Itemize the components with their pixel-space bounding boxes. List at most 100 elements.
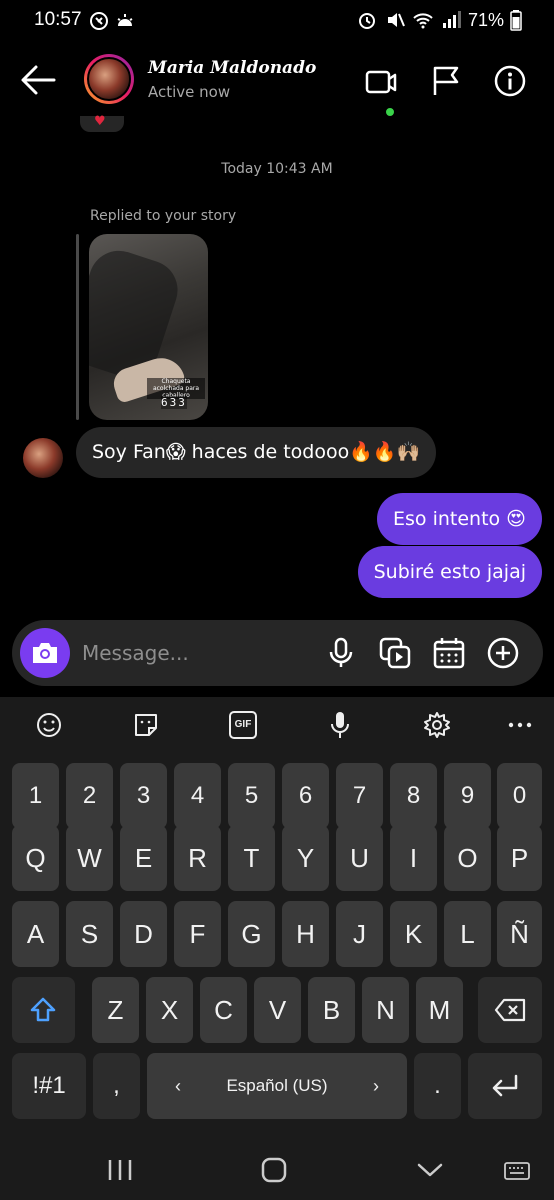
voice-icon[interactable]	[326, 711, 354, 739]
key-f[interactable]: F	[174, 901, 221, 967]
microphone-icon[interactable]	[324, 636, 358, 670]
chat-timestamp: Today 10:43 AM	[221, 161, 333, 177]
incoming-message[interactable]: Soy Fan😱 haces de todooo🔥🔥🙌🏼	[76, 427, 437, 478]
story-thumbnail[interactable]: Chaqueta acolchada para caballero 633	[89, 234, 208, 420]
recents-icon[interactable]	[105, 1156, 135, 1184]
message-composer	[12, 620, 543, 686]
key-4[interactable]: 4	[174, 763, 221, 829]
key-s[interactable]: S	[66, 901, 113, 967]
video-call-icon[interactable]	[364, 64, 398, 98]
key-6[interactable]: 6	[282, 763, 329, 829]
key-l[interactable]: L	[444, 901, 491, 967]
key-y[interactable]: Y	[282, 825, 329, 891]
key-5[interactable]: 5	[228, 763, 275, 829]
whatsapp-icon	[90, 12, 108, 30]
message-input[interactable]	[82, 633, 312, 673]
key-1[interactable]: 1	[12, 763, 59, 829]
key-b[interactable]: B	[308, 977, 355, 1043]
on-screen-keyboard: GIF 1 2 3 4 5 6 7 8 9 0 Q W E R T Y U I …	[0, 697, 554, 1136]
key-e[interactable]: E	[120, 825, 167, 891]
key-h[interactable]: H	[282, 901, 329, 967]
key-v[interactable]: V	[254, 977, 301, 1043]
key-8[interactable]: 8	[390, 763, 437, 829]
period-key[interactable]: .	[414, 1053, 461, 1119]
language-prev-icon: ‹	[175, 1076, 181, 1096]
emoji-icon[interactable]	[35, 711, 63, 739]
key-d[interactable]: D	[120, 901, 167, 967]
alarm-icon	[358, 13, 375, 29]
key-q[interactable]: Q	[12, 825, 59, 891]
battery-percent: 71%	[467, 9, 504, 30]
contact-status: Active now	[148, 83, 231, 101]
back-icon[interactable]	[415, 1156, 445, 1184]
key-r[interactable]: R	[174, 825, 221, 891]
key-u[interactable]: U	[336, 825, 383, 891]
comma-key[interactable]: ,	[93, 1053, 140, 1119]
sticker-icon[interactable]	[132, 711, 160, 739]
key-g[interactable]: G	[228, 901, 275, 967]
chat-header: Maria Maldonado Active now	[0, 44, 554, 118]
key-j[interactable]: J	[336, 901, 383, 967]
camera-button[interactable]	[20, 628, 70, 678]
space-language-label: Español (US)	[226, 1076, 328, 1095]
outgoing-message[interactable]: Eso intento 😍	[377, 493, 542, 545]
more-icon[interactable]	[506, 711, 534, 739]
shift-key[interactable]	[12, 977, 75, 1043]
info-icon[interactable]	[493, 64, 527, 98]
key-m[interactable]: M	[416, 977, 463, 1043]
key-0[interactable]: 0	[497, 763, 542, 829]
keyboard-switch-icon[interactable]	[502, 1156, 532, 1184]
story-counter: 633	[161, 396, 187, 409]
signal-icon	[442, 11, 461, 28]
status-bar: 10:57 71%	[0, 0, 554, 44]
mute-icon	[387, 13, 405, 27]
weather-icon	[117, 14, 133, 26]
flag-icon[interactable]	[429, 64, 463, 98]
gif-icon[interactable]: GIF	[229, 711, 257, 739]
gallery-icon[interactable]	[378, 636, 412, 670]
calendar-icon[interactable]	[432, 636, 466, 670]
key-3[interactable]: 3	[120, 763, 167, 829]
previous-reaction: ♥	[80, 114, 124, 132]
sender-avatar[interactable]	[23, 438, 63, 478]
status-time: 10:57	[34, 9, 82, 30]
enter-key[interactable]	[468, 1053, 542, 1119]
battery-icon	[510, 10, 522, 31]
outgoing-message[interactable]: Subiré esto jajaj	[357, 546, 542, 598]
key-k[interactable]: K	[390, 901, 437, 967]
space-key[interactable]: ‹ Español (US) ›	[147, 1053, 407, 1119]
key-n-tilde[interactable]: Ñ	[497, 901, 542, 967]
key-w[interactable]: W	[66, 825, 113, 891]
key-x[interactable]: X	[146, 977, 193, 1043]
symbols-key[interactable]: !#1	[12, 1053, 86, 1119]
key-o[interactable]: O	[444, 825, 491, 891]
system-navigation-bar	[0, 1136, 554, 1200]
language-next-icon: ›	[373, 1076, 379, 1096]
key-p[interactable]: P	[497, 825, 542, 891]
key-7[interactable]: 7	[336, 763, 383, 829]
camera-icon	[33, 643, 57, 663]
back-arrow-icon[interactable]	[18, 62, 58, 98]
key-a[interactable]: A	[12, 901, 59, 967]
key-9[interactable]: 9	[444, 763, 491, 829]
reply-indicator-bar	[76, 234, 79, 420]
key-n[interactable]: N	[362, 977, 409, 1043]
shift-icon	[30, 997, 56, 1022]
online-indicator	[384, 106, 396, 118]
backspace-icon	[494, 998, 526, 1022]
key-c[interactable]: C	[200, 977, 247, 1043]
key-t[interactable]: T	[228, 825, 275, 891]
key-i[interactable]: I	[390, 825, 437, 891]
enter-icon	[492, 1074, 518, 1097]
settings-icon[interactable]	[423, 711, 451, 739]
story-reply-label: Replied to your story	[90, 208, 237, 224]
add-icon[interactable]	[486, 636, 520, 670]
key-2[interactable]: 2	[66, 763, 113, 829]
keyboard-toolbar: GIF	[0, 697, 554, 751]
key-z[interactable]: Z	[92, 977, 139, 1043]
heart-icon: ♥	[94, 114, 106, 129]
backspace-key[interactable]	[478, 977, 542, 1043]
contact-avatar[interactable]	[84, 54, 134, 104]
home-icon[interactable]	[259, 1156, 289, 1184]
contact-name[interactable]: Maria Maldonado	[148, 58, 316, 78]
